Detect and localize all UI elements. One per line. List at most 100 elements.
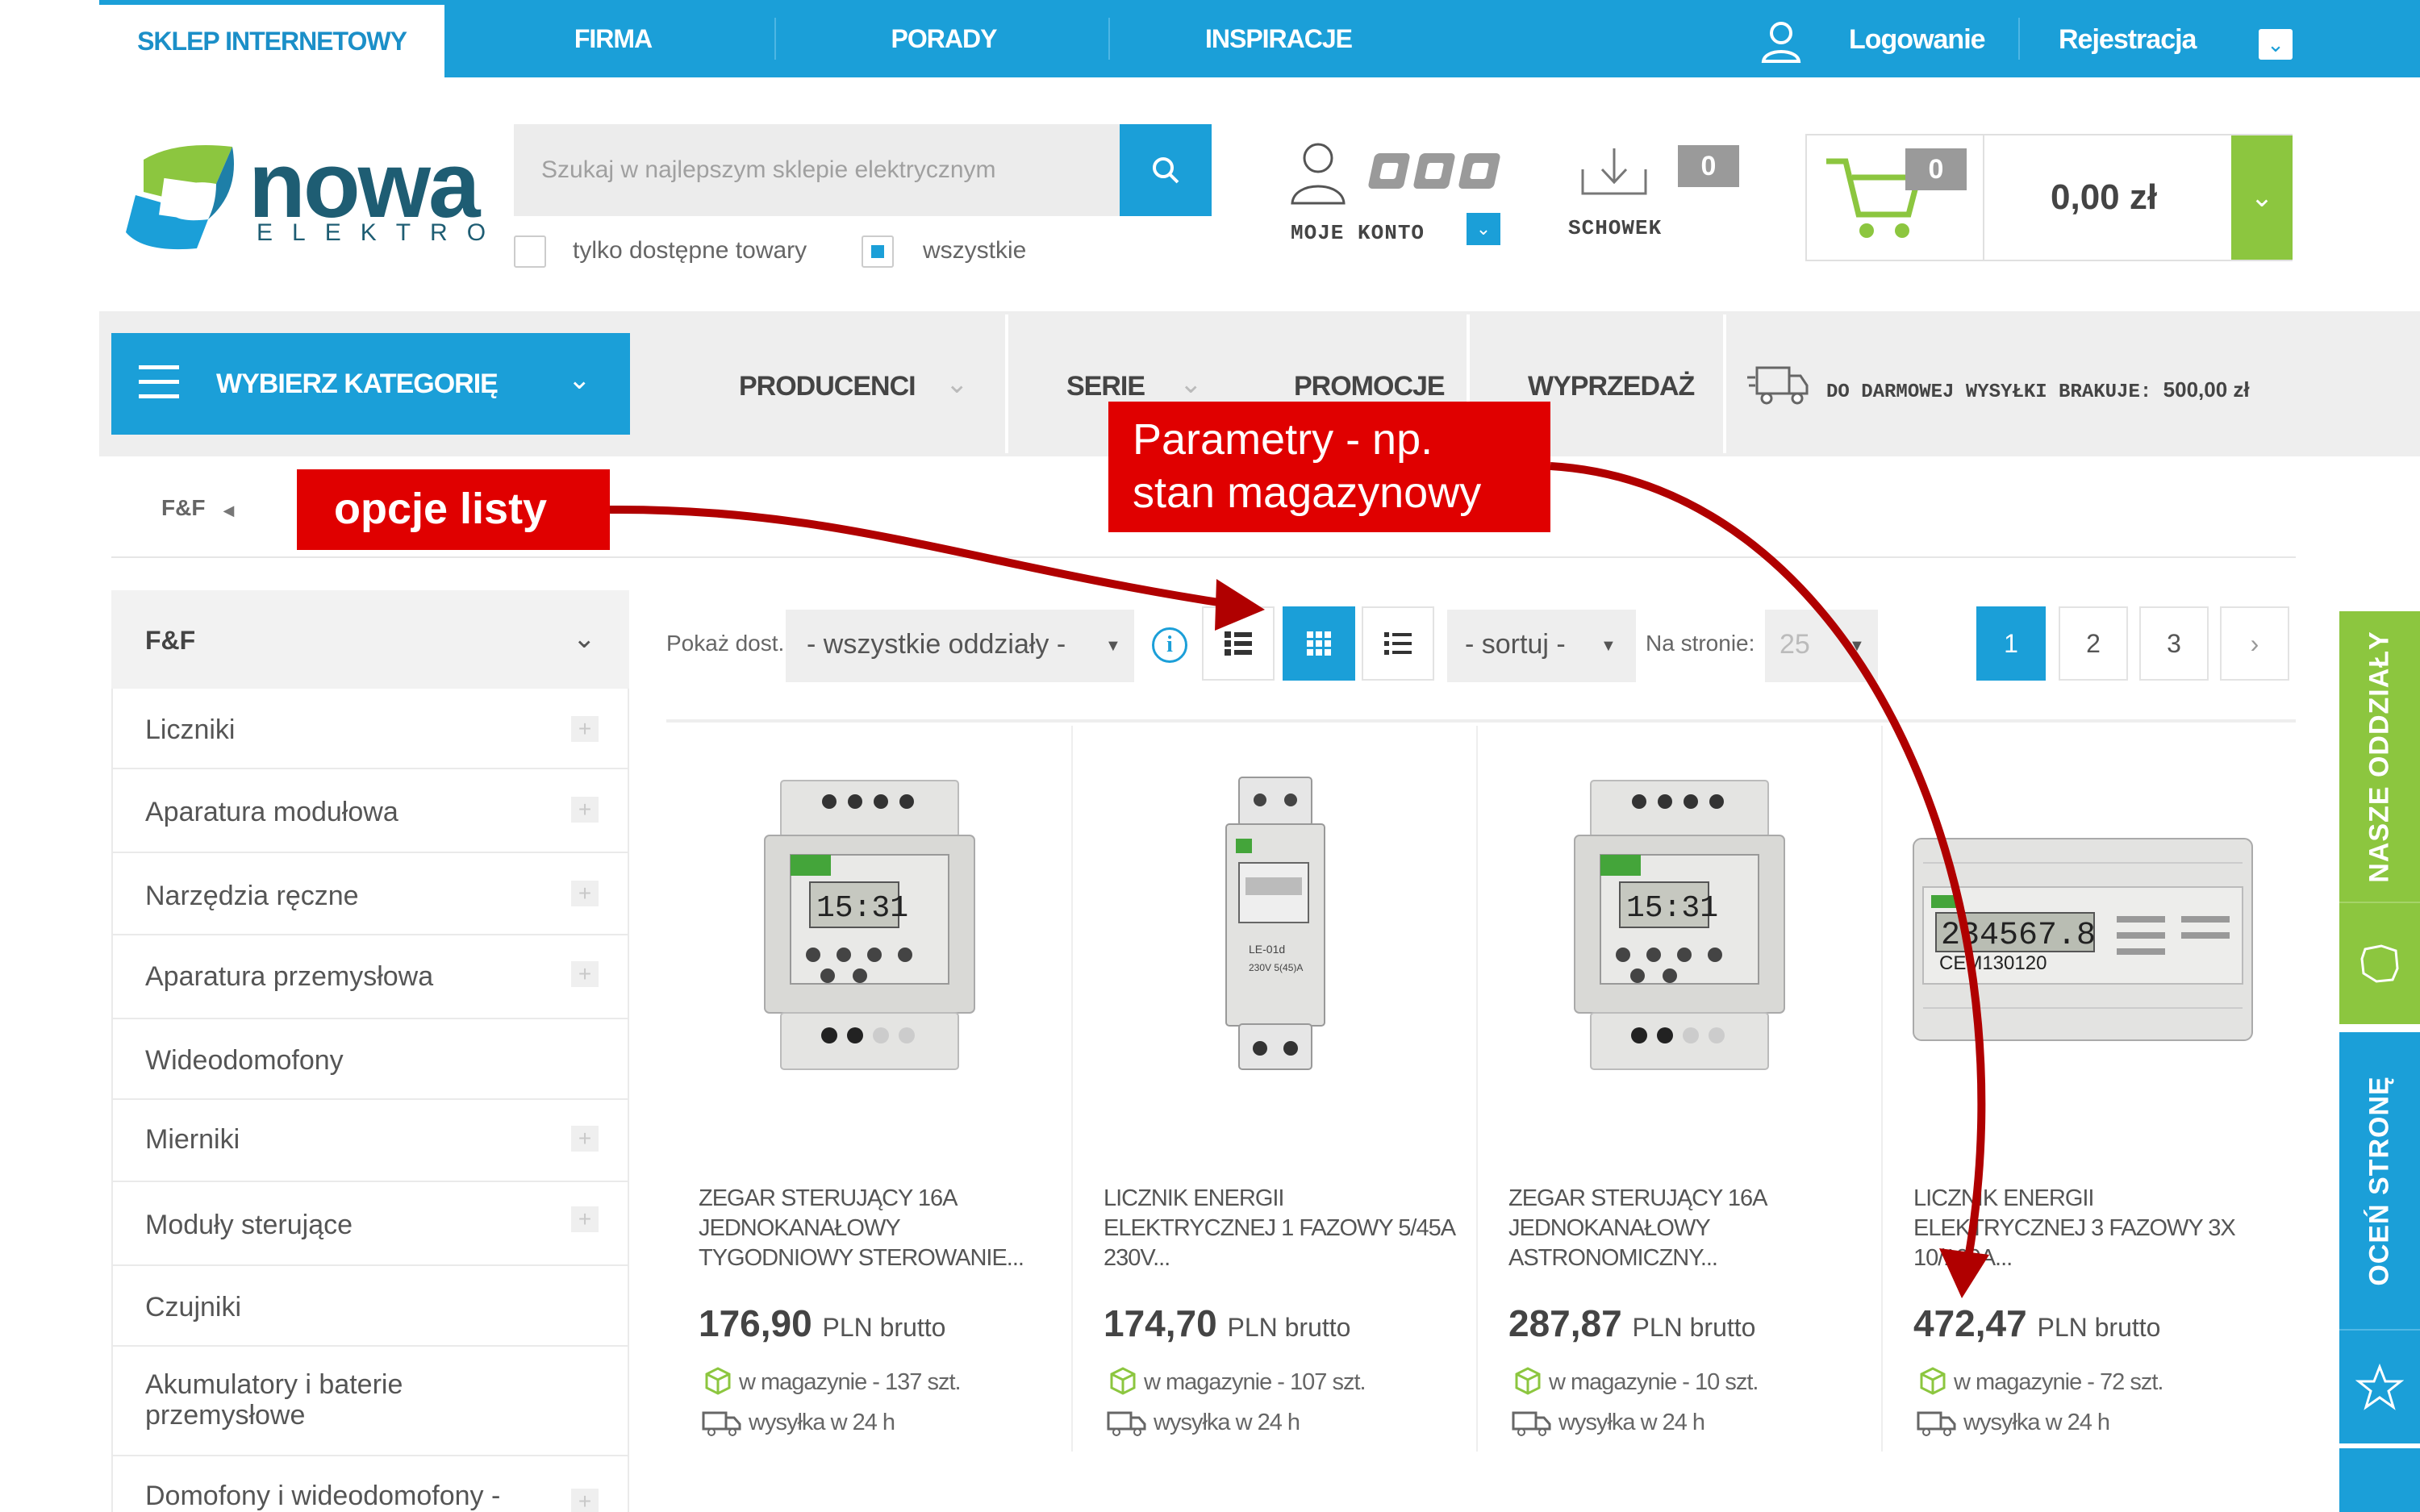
- user-icon[interactable]: [1759, 19, 1804, 65]
- sidebar-item-label: Akumulatory i baterie przemysłowe: [145, 1369, 403, 1431]
- sidebar-item-domofony[interactable]: Domofony i wideodomofony - +: [111, 1456, 629, 1512]
- product-card[interactable]: 234567.8 CEM130120 LICZNIK ENERGII ELEKT…: [1883, 726, 2286, 1452]
- tab-firma[interactable]: FIRMA: [500, 0, 726, 77]
- our-branches-tab[interactable]: NASZE ODDZIAŁY: [2339, 611, 2420, 902]
- account-label[interactable]: MOJE KONTO: [1291, 221, 1425, 245]
- shipping-time: wysyłka w 24 h: [1154, 1410, 1300, 1435]
- tab-sklep-internetowy[interactable]: SKLEP INTERNETOWY: [99, 0, 444, 77]
- chevron-down-icon[interactable]: ⌄: [1179, 368, 1203, 400]
- breadcrumb[interactable]: F&F ◀: [161, 495, 234, 521]
- sidebar-item-liczniki[interactable]: Liczniki +: [111, 689, 629, 769]
- view-list-button[interactable]: [1362, 606, 1434, 681]
- search-input[interactable]: [514, 124, 1121, 216]
- stock-status: w magazynie - 72 szt.: [1954, 1369, 2163, 1395]
- product-card[interactable]: LE-01d 230V 5(45)A LICZNIK ENERGII ELEKT…: [1073, 726, 1476, 1452]
- all-checkbox[interactable]: [862, 235, 894, 268]
- plus-icon[interactable]: +: [571, 716, 599, 742]
- account-dropdown-chevron-icon[interactable]: ⌄: [1467, 213, 1500, 245]
- tab-inspiracje[interactable]: INSPIRACJE: [1145, 0, 1412, 77]
- nav-sale[interactable]: WYPRZEDAŻ: [1528, 371, 1695, 402]
- sidebar-item-czujniki[interactable]: Czujniki: [111, 1266, 629, 1347]
- sidebar-item-aparatura-modulowa[interactable]: Aparatura modułowa +: [111, 769, 629, 853]
- chevron-down-icon[interactable]: ⌄: [945, 368, 969, 400]
- breadcrumb-item[interactable]: F&F: [161, 495, 205, 520]
- sidebar-item-aparatura-przemyslowa[interactable]: Aparatura przemysłowa +: [111, 935, 629, 1019]
- logo-mark-icon: [126, 145, 234, 250]
- delivery-truck-icon: [1512, 1411, 1551, 1436]
- product-image[interactable]: LE-01d 230V 5(45)A: [1073, 774, 1476, 1073]
- info-icon[interactable]: i: [1152, 627, 1187, 663]
- side-tab-extra[interactable]: [2339, 1448, 2420, 1512]
- shipping-time: wysyłka w 24 h: [1963, 1410, 2110, 1435]
- cart-dropdown-chevron-icon[interactable]: ⌄: [2231, 135, 2293, 260]
- view-list-detailed-button[interactable]: [1202, 606, 1275, 681]
- page-1-button[interactable]: 1: [1976, 606, 2046, 681]
- chevron-down-icon[interactable]: ⌄: [2259, 29, 2293, 60]
- plus-icon[interactable]: +: [571, 1489, 599, 1512]
- tab-porady[interactable]: PORADY: [807, 0, 1081, 77]
- list-icon: [1384, 632, 1412, 655]
- sidebar-item-label: Narzędzia ręczne: [145, 881, 359, 911]
- star-icon[interactable]: [2339, 1329, 2420, 1443]
- nav-separator: [1005, 314, 1008, 453]
- select-category-button[interactable]: WYBIERZ KATEGORIĘ ⌄: [111, 333, 630, 435]
- clipboard-label[interactable]: SCHOWEK: [1568, 216, 1662, 240]
- page-2-button[interactable]: 2: [2059, 606, 2128, 681]
- product-image[interactable]: 15:31: [1478, 774, 1881, 1073]
- sidebar-item-label: Mierniki: [145, 1124, 240, 1155]
- sidebar-item-mierniki[interactable]: Mierniki +: [111, 1100, 629, 1182]
- cart-box[interactable]: 0 0,00 zł: [1805, 134, 2293, 261]
- sidebar-item-akumulatory[interactable]: Akumulatory i baterie przemysłowe: [111, 1347, 629, 1456]
- login-link[interactable]: Logowanie: [1849, 24, 1986, 56]
- product-name[interactable]: LICZNIK ENERGII ELEKTRYCZNEJ 3 FAZOWY 3X…: [1913, 1184, 2268, 1273]
- product-name[interactable]: LICZNIK ENERGII ELEKTRYCZNEJ 1 FAZOWY 5/…: [1104, 1184, 1458, 1273]
- page-3-button[interactable]: 3: [2139, 606, 2209, 681]
- product-image[interactable]: 15:31: [668, 774, 1071, 1073]
- product-card[interactable]: 15:31 ZEGAR STERUJĄCY 16A JEDNOKANAŁOWY …: [668, 726, 1071, 1452]
- rate-page-tab[interactable]: OCEŃ STRONĘ: [2339, 1032, 2420, 1329]
- nav-promotions[interactable]: PROMOCJE: [1294, 371, 1446, 402]
- branch-select[interactable]: - wszystkie oddziały - ▼: [786, 610, 1134, 682]
- logo[interactable]: nowa ELEKTRO: [119, 135, 486, 256]
- product-card[interactable]: 15:31 ZEGAR STERUJĄCY 16A JEDNOKANAŁOWY …: [1478, 726, 1881, 1452]
- nav-series[interactable]: SERIE: [1066, 371, 1145, 402]
- per-page-value: 25: [1780, 629, 1810, 660]
- available-only-label: tylko dostępne towary: [573, 237, 807, 264]
- svg-text:230V 5(45)A: 230V 5(45)A: [1249, 962, 1303, 973]
- plus-icon[interactable]: +: [571, 961, 599, 987]
- product-price: 174,70 PLN brutto: [1104, 1302, 1350, 1345]
- available-only-checkbox[interactable]: [514, 235, 546, 268]
- plus-icon[interactable]: +: [571, 1206, 599, 1232]
- register-link[interactable]: Rejestracja: [2059, 24, 2197, 56]
- dropdown-arrow-icon: ▼: [1849, 637, 1865, 655]
- clipboard-download-icon[interactable]: [1579, 145, 1649, 197]
- sidebar-item-label: Liczniki: [145, 714, 236, 745]
- per-page-select[interactable]: 25 ▼: [1765, 610, 1878, 682]
- plus-icon[interactable]: +: [571, 1126, 599, 1152]
- plus-icon[interactable]: +: [571, 797, 599, 823]
- free-shipping-info: DO DARMOWEJ WYSYŁKI BRAKUJE: 500,00 zł: [1826, 377, 2250, 403]
- sidebar-item-label: Aparatura modułowa: [145, 797, 398, 827]
- sidebar-header[interactable]: F&F ⌄: [111, 590, 629, 689]
- sort-select[interactable]: - sortuj - ▼: [1447, 610, 1636, 682]
- sidebar-item-moduly-sterujace[interactable]: Moduły sterujące +: [111, 1182, 629, 1266]
- poland-map-icon[interactable]: [2339, 902, 2420, 1024]
- product-price: 176,90 PLN brutto: [699, 1302, 945, 1345]
- annotation-parameters: Parametry - np. stan magazynowy: [1108, 402, 1550, 532]
- price-unit: PLN brutto: [1632, 1313, 1756, 1342]
- next-page-chevron-icon[interactable]: ›: [2220, 606, 2289, 681]
- product-image[interactable]: 234567.8 CEM130120: [1883, 774, 2286, 1073]
- account-icon[interactable]: [1287, 140, 1349, 205]
- nav-producers[interactable]: PRODUCENCI: [739, 371, 916, 402]
- chevron-down-icon: ⌄: [573, 623, 596, 654]
- sidebar-item-narzedzia-reczne[interactable]: Narzędzia ręczne +: [111, 853, 629, 935]
- view-grid-button[interactable]: [1283, 606, 1355, 681]
- svg-text:234567.8: 234567.8: [1941, 918, 2096, 954]
- sidebar-item-wideodomofony[interactable]: Wideodomofony: [111, 1019, 629, 1100]
- product-name[interactable]: ZEGAR STERUJĄCY 16A JEDNOKANAŁOWY ASTRON…: [1508, 1184, 1863, 1273]
- plus-icon[interactable]: +: [571, 881, 599, 906]
- caret-icon: ◀: [223, 502, 235, 519]
- search-button[interactable]: [1120, 124, 1212, 216]
- product-name[interactable]: ZEGAR STERUJĄCY 16A JEDNOKANAŁOWY TYGODN…: [699, 1184, 1054, 1273]
- annotation-list-options: opcje listy: [297, 469, 610, 550]
